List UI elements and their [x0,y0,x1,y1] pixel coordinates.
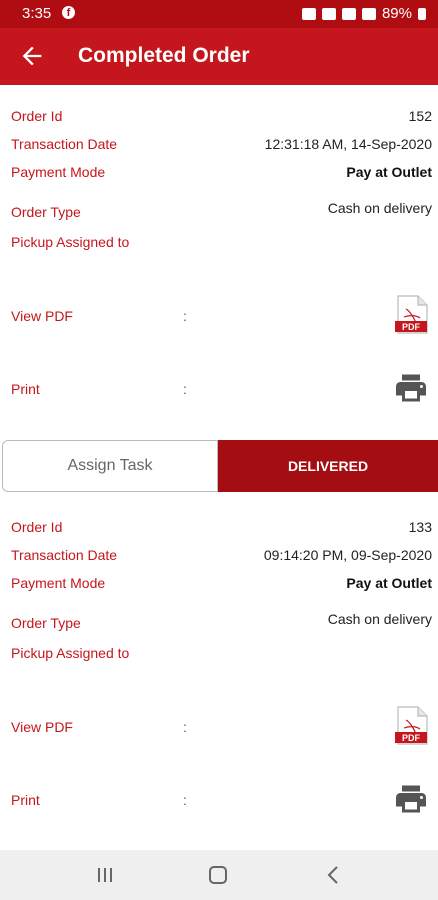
print-label: Print [11,381,40,397]
wifi-icon [341,7,356,20]
payment-mode-label: Payment Mode [11,164,106,180]
page-title: Completed Order [78,44,250,67]
colon: : [183,381,187,397]
delivered-tab[interactable]: DELIVERED [218,440,438,492]
status-bar: 3:35 f 89% [0,0,438,28]
pickup-assigned-label: Pickup Assigned to [11,234,130,250]
svg-text:PDF: PDF [402,322,421,332]
alarm-icon [301,7,316,20]
order-id-label: Order Id [11,108,63,124]
payment-mode-label: Payment Mode [11,575,106,591]
transaction-date-value: 12:31:18 AM, 14-Sep-2020 [264,136,432,152]
order-id-label: Order Id [11,519,63,535]
recent-apps-icon[interactable] [97,867,113,883]
system-nav-bar [0,850,438,900]
status-icons: 89% [301,5,426,22]
status-time: 3:35 [22,5,52,22]
order-type-value: Cash on delivery [327,200,432,216]
payment-mode-value: Pay at Outlet [346,575,432,591]
arrow-left-icon[interactable] [18,42,46,70]
svg-text:PDF: PDF [402,733,421,743]
payment-mode-value: Pay at Outlet [346,164,432,180]
status-tabs: Assign Task DELIVERED [0,440,438,492]
order-id-value: 133 [408,519,432,535]
transaction-date-value: 09:14:20 PM, 09-Sep-2020 [263,547,432,563]
back-icon[interactable] [325,865,341,885]
home-icon[interactable] [209,866,227,884]
pdf-file-icon[interactable]: PDF [394,706,430,746]
order-id-value: 152 [408,108,432,124]
assign-task-button[interactable]: Assign Task [2,440,218,492]
order-type-value: Cash on delivery [327,611,432,627]
printer-icon[interactable] [392,781,430,817]
order-type-label: Order Type [11,204,81,220]
mute-icon [321,7,336,20]
print-label: Print [11,792,40,808]
battery-icon [418,7,426,20]
printer-icon[interactable] [392,370,430,406]
transaction-date-label: Transaction Date [11,136,118,152]
colon: : [183,719,187,735]
colon: : [183,792,187,808]
pdf-file-icon[interactable]: PDF [394,295,430,335]
app-bar: Completed Order [0,28,438,85]
pickup-assigned-label: Pickup Assigned to [11,645,130,661]
order-type-label: Order Type [11,615,81,631]
transaction-date-label: Transaction Date [11,547,118,563]
view-pdf-label: View PDF [11,719,73,735]
colon: : [183,308,187,324]
battery-percent: 89% [381,5,412,22]
signal-icon [361,7,376,20]
view-pdf-label: View PDF [11,308,73,324]
facebook-icon: f [62,6,75,19]
